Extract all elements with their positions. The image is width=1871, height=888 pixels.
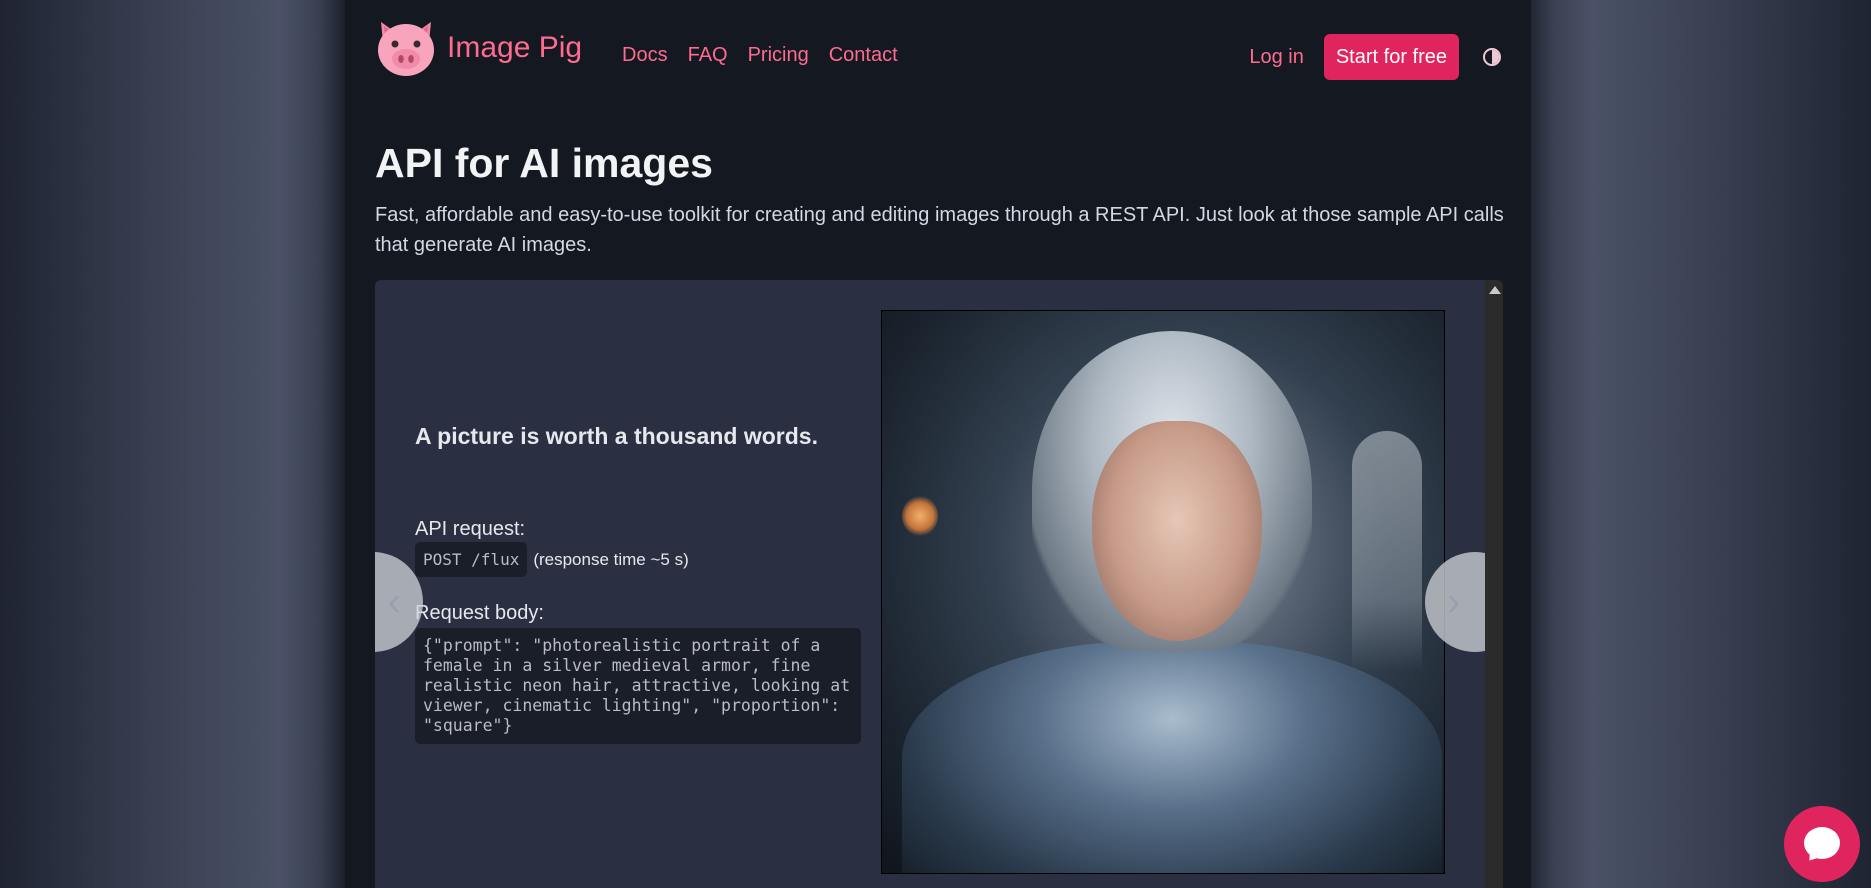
image-armor xyxy=(902,641,1442,873)
pig-logo-icon xyxy=(375,18,437,78)
sample-carousel: A picture is worth a thousand words. API… xyxy=(375,280,1503,888)
main-nav: Docs FAQ Pricing Contact xyxy=(622,44,918,67)
carousel-tagline: A picture is worth a thousand words. xyxy=(415,423,818,449)
api-request-label: API request: xyxy=(415,518,526,540)
brand-name: Image Pig xyxy=(447,31,583,64)
login-link[interactable]: Log in xyxy=(1249,46,1304,69)
response-time: (response time ~5 s) xyxy=(533,549,689,569)
home-logo-link[interactable]: Image Pig xyxy=(375,18,582,78)
endpoint-code: POST /flux xyxy=(415,542,528,577)
request-body-code: {"prompt": "photorealistic portrait of a… xyxy=(415,628,861,744)
request-body-label: Request body: xyxy=(415,602,544,624)
header-actions: Log in Start for free xyxy=(1249,34,1501,80)
nav-link-docs[interactable]: Docs xyxy=(622,44,668,67)
page-container: Image Pig Docs FAQ Pricing Contact Log i… xyxy=(345,0,1531,888)
nav-link-faq[interactable]: FAQ xyxy=(688,44,728,67)
scroll-up-arrow-icon[interactable] xyxy=(1489,286,1501,294)
theme-toggle-icon[interactable] xyxy=(1483,48,1501,66)
chat-widget-button[interactable] xyxy=(1784,806,1860,882)
image-candle-light xyxy=(902,496,938,536)
endpoint-row: POST /flux (response time ~5 s) xyxy=(415,542,689,577)
image-face xyxy=(1092,421,1262,641)
site-header: Image Pig Docs FAQ Pricing Contact Log i… xyxy=(375,18,1501,80)
nav-link-contact[interactable]: Contact xyxy=(829,44,898,67)
chevron-left-icon: ‹ xyxy=(387,580,401,624)
page-title: API for AI images xyxy=(375,140,713,186)
carousel-scrollbar[interactable] xyxy=(1485,280,1503,888)
page-lead: Fast, affordable and easy-to-use toolkit… xyxy=(375,204,1504,256)
nav-link-pricing[interactable]: Pricing xyxy=(748,44,809,67)
start-for-free-button[interactable]: Start for free xyxy=(1323,34,1459,80)
image-window xyxy=(1352,431,1422,671)
chevron-right-icon: › xyxy=(1447,580,1461,624)
generated-image xyxy=(881,310,1445,874)
